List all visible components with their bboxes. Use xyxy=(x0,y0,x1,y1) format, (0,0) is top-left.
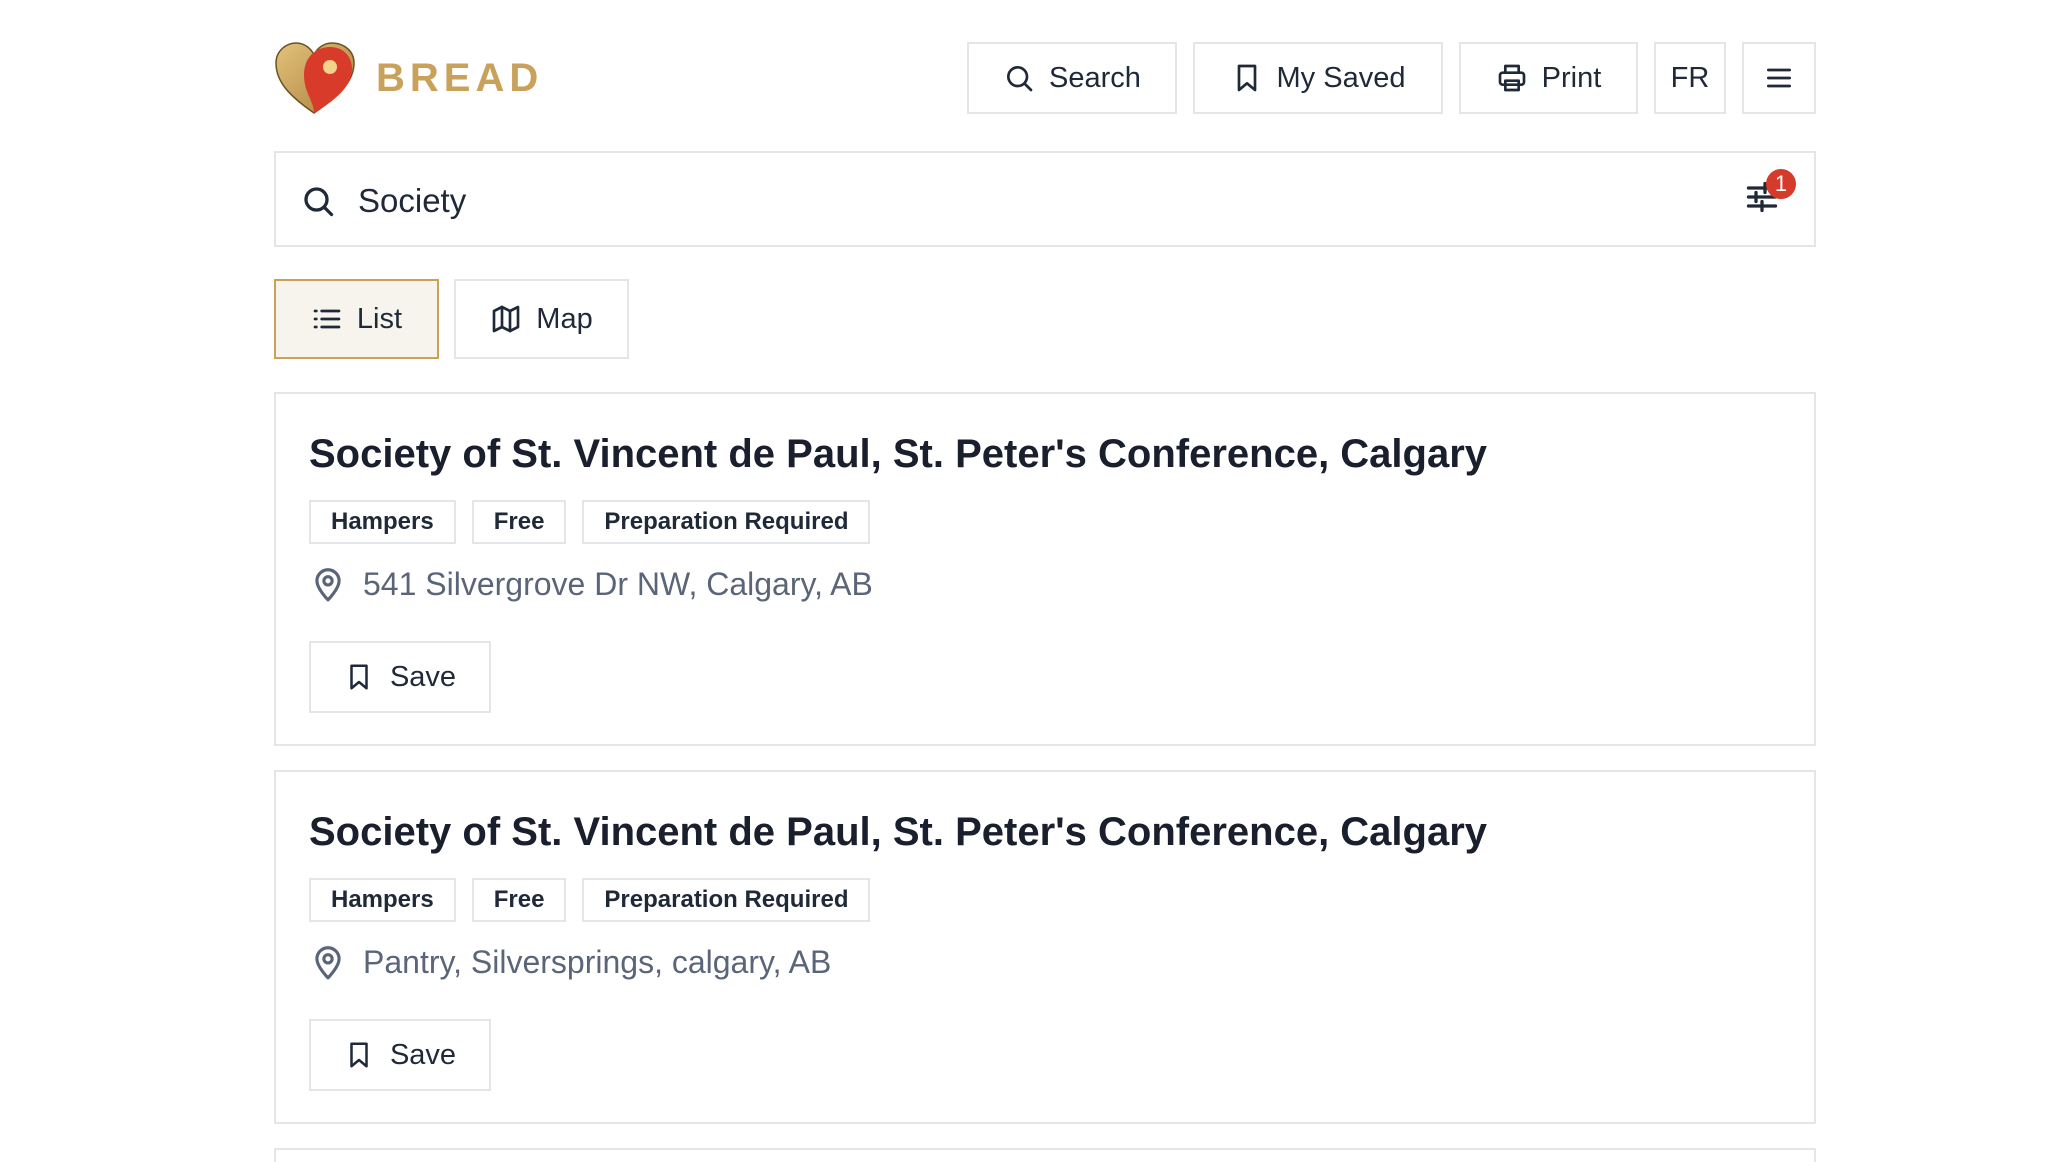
result-card[interactable]: Society of St. Vincent de Paul, St. Pete… xyxy=(274,392,1816,746)
my-saved-button-label: My Saved xyxy=(1276,61,1406,94)
heart-pin-logo-icon xyxy=(275,42,355,114)
result-card[interactable]: Society of St. Vincent de Paul, St. Pete… xyxy=(274,770,1816,1124)
print-button-label: Print xyxy=(1541,61,1602,94)
bookmark-icon xyxy=(350,1042,368,1068)
my-saved-button[interactable]: My Saved xyxy=(1193,42,1443,114)
tag: Free xyxy=(471,500,567,544)
search-button-label: Search xyxy=(1049,61,1141,94)
bookmark-icon xyxy=(1237,64,1256,92)
tag: Preparation Required xyxy=(582,878,871,922)
list-view-button[interactable]: List xyxy=(274,279,439,359)
map-pin-icon xyxy=(315,946,341,980)
menu-button[interactable] xyxy=(1742,42,1816,114)
printer-icon xyxy=(1498,64,1526,92)
search-bar-icon xyxy=(300,183,336,219)
result-card[interactable] xyxy=(274,1148,1816,1162)
search-icon xyxy=(304,187,334,217)
result-tags: Hampers Free Preparation Required xyxy=(309,878,886,922)
result-address-text: Pantry, Silversprings, calgary, AB xyxy=(363,943,832,980)
hamburger-menu-icon xyxy=(1767,68,1791,88)
save-button[interactable]: Save xyxy=(309,1019,491,1091)
tag: Preparation Required xyxy=(582,500,871,544)
tag: Free xyxy=(471,878,567,922)
logo[interactable]: BREAD xyxy=(274,42,543,114)
bookmark-icon xyxy=(350,664,368,690)
map-view-button[interactable]: Map xyxy=(454,279,629,359)
result-address-text: 541 Silvergrove Dr NW, Calgary, AB xyxy=(363,565,873,602)
map-pin-icon xyxy=(315,568,341,602)
save-button[interactable]: Save xyxy=(309,641,491,713)
list-icon xyxy=(313,309,341,329)
map-view-label: Map xyxy=(536,302,593,335)
save-button-label: Save xyxy=(389,660,457,693)
search-bar: 1 xyxy=(274,151,1816,247)
result-title[interactable]: Society of St. Vincent de Paul, St. Pete… xyxy=(309,432,1487,477)
result-address: Pantry, Silversprings, calgary, AB xyxy=(309,942,831,982)
list-view-label: List xyxy=(356,302,403,335)
save-button-label: Save xyxy=(389,1038,457,1071)
search-icon xyxy=(1007,66,1033,92)
search-button[interactable]: Search xyxy=(967,42,1177,114)
filter-count-badge: 1 xyxy=(1766,169,1796,199)
tag: Hampers xyxy=(309,500,456,544)
top-header: BREAD Search My Saved Print FR xyxy=(274,42,1816,114)
language-button[interactable]: FR xyxy=(1654,42,1726,114)
search-input[interactable] xyxy=(358,173,1658,229)
tag: Hampers xyxy=(309,878,456,922)
result-tags: Hampers Free Preparation Required xyxy=(309,500,886,544)
language-button-label: FR xyxy=(1670,61,1710,94)
result-title[interactable]: Society of St. Vincent de Paul, St. Pete… xyxy=(309,810,1487,855)
map-icon xyxy=(492,305,520,333)
print-button[interactable]: Print xyxy=(1459,42,1638,114)
result-address: 541 Silvergrove Dr NW, Calgary, AB xyxy=(309,564,873,604)
logo-text: BREAD xyxy=(376,55,544,100)
